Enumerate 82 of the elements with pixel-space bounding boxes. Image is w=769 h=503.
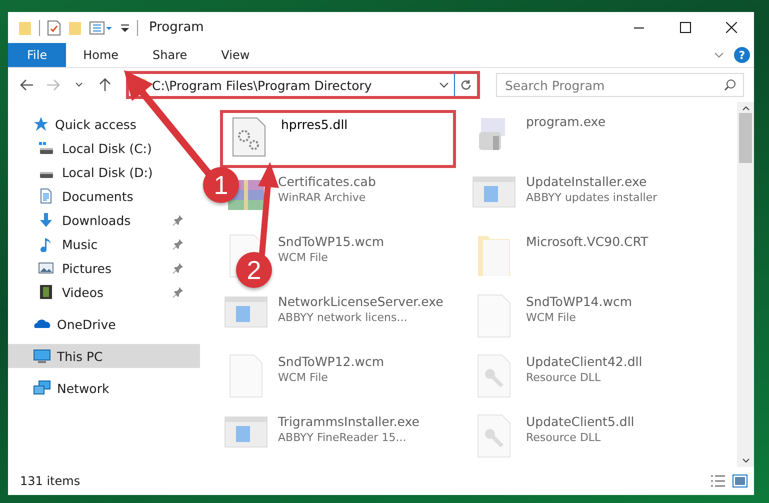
view-options-icon[interactable]: [89, 20, 113, 36]
sidebar-item[interactable]: Local Disk (D:): [38, 164, 153, 180]
file-name[interactable]: SndToWP15.wcm: [278, 234, 384, 249]
pin-icon[interactable]: [172, 262, 184, 274]
dropdown-caret-icon[interactable]: [439, 82, 449, 88]
settings-file-icon: [232, 117, 266, 157]
help-button[interactable]: ?: [734, 47, 750, 63]
file-name[interactable]: hprres5.dll: [281, 117, 348, 132]
sidebar-item[interactable]: Videos: [38, 284, 104, 300]
item-count: 131 items: [20, 474, 82, 488]
scroll-thumb[interactable]: [739, 113, 752, 163]
window-app-icon: [224, 294, 268, 330]
ribbon-tab[interactable]: Share: [136, 43, 204, 67]
window-title: Program: [149, 20, 205, 35]
film-icon: [38, 284, 54, 300]
file-name[interactable]: SndToWP12.wcm: [278, 354, 384, 369]
file-name[interactable]: Certificates.cab: [278, 174, 376, 189]
file-type: WCM File: [526, 311, 577, 324]
up-arrow-icon[interactable]: [99, 78, 111, 92]
search-icon: [724, 79, 736, 91]
file-name[interactable]: TrigrammsInstaller.exe: [278, 414, 420, 429]
sidebar-item[interactable]: Downloads: [38, 212, 131, 228]
file-type: WCM File: [278, 251, 329, 264]
file-name[interactable]: Microsoft.VC90.CRT: [526, 234, 648, 249]
sidebar-item[interactable]: Pictures: [38, 260, 112, 276]
address-path: C:\Program Files\Program Directory: [152, 78, 373, 92]
file-name[interactable]: UpdateClient5.dll: [526, 414, 634, 429]
file-type: Resource DLL: [526, 371, 602, 384]
sidebar-item[interactable]: Quick access: [8, 112, 200, 136]
pin-icon[interactable]: [172, 238, 184, 250]
drive-icon: [38, 140, 54, 156]
maximize-icon[interactable]: [680, 22, 690, 33]
file-type: ABBYY network licens...: [278, 311, 408, 324]
monitor-icon: [33, 348, 51, 364]
caret-icon[interactable]: [75, 82, 83, 88]
window-app-icon: [472, 174, 516, 210]
document-icon: [38, 188, 54, 204]
file-type: ABBYY updates installer: [526, 191, 658, 204]
search-field[interactable]: Search Program: [496, 73, 744, 97]
folder-icon: [477, 234, 511, 278]
scrollbar[interactable]: [737, 102, 754, 467]
star-icon: [33, 116, 49, 132]
drive-icon: [38, 171, 54, 179]
pictures-icon: [38, 260, 54, 276]
file-icon: [477, 294, 511, 338]
expand-ribbon-icon[interactable]: [714, 52, 724, 58]
ribbon-tab[interactable]: File: [8, 43, 66, 67]
file-name[interactable]: NetworkLicenseServer.exe: [278, 294, 444, 309]
file-type: Resource DLL: [526, 431, 602, 444]
file-icon: [229, 354, 263, 398]
network-icon: [33, 380, 51, 396]
customize-caret-icon[interactable]: [120, 22, 130, 34]
sidebar-item[interactable]: Local Disk (C:): [38, 140, 152, 156]
close-icon[interactable]: [726, 22, 736, 33]
key-file-icon: [477, 414, 511, 458]
back-arrow-icon[interactable]: [20, 79, 34, 91]
large-icons-view-icon[interactable]: [732, 474, 748, 488]
refresh-icon[interactable]: [460, 79, 472, 91]
window-app-icon: [224, 414, 268, 450]
pin-icon[interactable]: [172, 286, 184, 298]
download-icon: [38, 212, 54, 228]
sidebar-item[interactable]: Network: [8, 376, 200, 400]
sidebar-item[interactable]: Documents: [38, 188, 134, 204]
sidebar-item[interactable]: Music: [38, 236, 98, 252]
key-file-icon: [477, 354, 511, 398]
scroll-down-icon[interactable]: [742, 458, 750, 463]
ribbon-tab[interactable]: Home: [66, 43, 136, 67]
file-name[interactable]: program.exe: [526, 114, 606, 129]
scroll-up-icon[interactable]: [742, 106, 750, 111]
file-name[interactable]: SndToWP14.wcm: [526, 294, 632, 309]
pin-icon[interactable]: [172, 214, 184, 226]
sidebar-item[interactable]: OneDrive: [8, 312, 200, 336]
file-type: ABBYY FineReader 15...: [278, 431, 408, 444]
file-type: WCM File: [278, 371, 329, 384]
file-name[interactable]: UpdateInstaller.exe: [526, 174, 658, 189]
details-view-icon[interactable]: [710, 474, 726, 488]
sidebar-item[interactable]: This PC: [8, 344, 200, 368]
minimize-icon[interactable]: [634, 26, 644, 28]
properties-icon[interactable]: [47, 20, 61, 36]
file-name[interactable]: UpdateClient42.dll: [526, 354, 642, 369]
ribbon-tab[interactable]: View: [204, 43, 267, 67]
file-type: WinRAR Archive: [278, 191, 367, 204]
